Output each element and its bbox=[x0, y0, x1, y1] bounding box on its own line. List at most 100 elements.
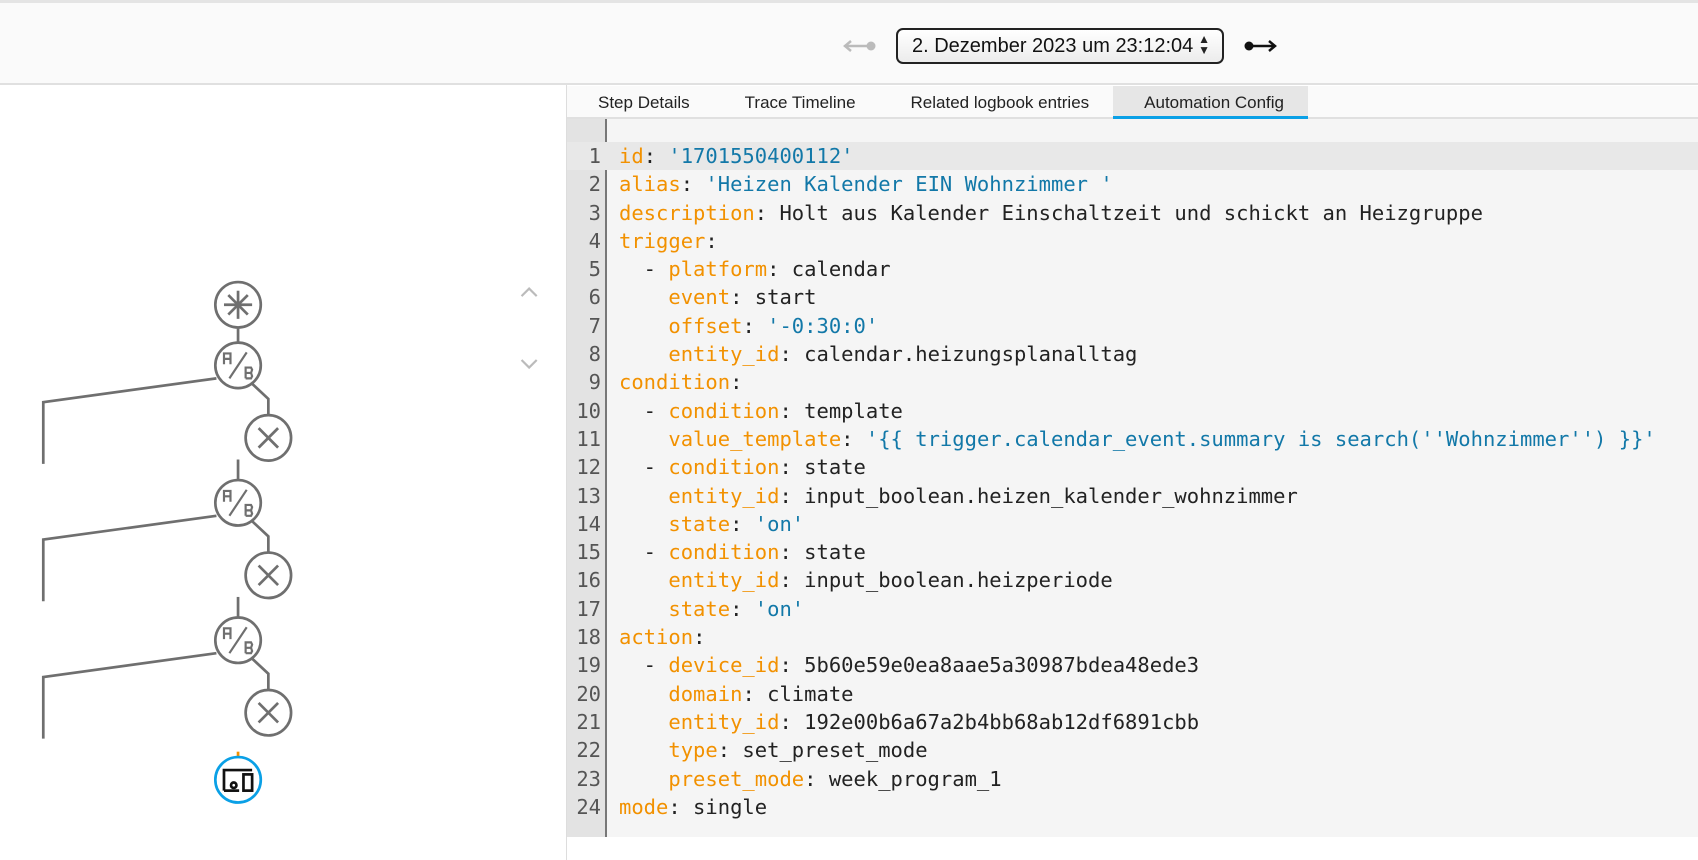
code-line[interactable]: 17 state: 'on' bbox=[567, 595, 1698, 623]
code-line[interactable]: 16 entity_id: input_boolean.heizperiode bbox=[567, 566, 1698, 594]
yaml-key: state bbox=[668, 511, 731, 536]
select-arrows-icon: ▲ ▼ bbox=[1198, 32, 1210, 57]
tab-trace-timeline[interactable]: Trace Timeline bbox=[714, 86, 880, 117]
code-line[interactable]: 19 - device_id: 5b60e59e0ea8aae5a30987bd… bbox=[567, 651, 1698, 679]
trace-graph bbox=[41, 280, 538, 804]
code-line[interactable]: 18 action: bbox=[567, 623, 1698, 651]
graph-branch-line bbox=[251, 657, 270, 690]
code-line[interactable]: 14 state: 'on' bbox=[567, 510, 1698, 538]
line-number: 4 bbox=[588, 228, 601, 253]
line-number: 7 bbox=[588, 313, 601, 338]
yaml-key: entity_id bbox=[668, 342, 780, 367]
yaml-text: : single bbox=[668, 794, 768, 819]
line-text: entity_id: input_boolean.heizperiode bbox=[619, 566, 1112, 594]
line-number: 5 bbox=[588, 257, 601, 282]
yaml-key: condition bbox=[668, 398, 780, 423]
line-text: state: 'on' bbox=[619, 510, 804, 538]
graph-node-choose[interactable] bbox=[213, 478, 263, 527]
code-line[interactable]: 7 offset: '-0:30:0' bbox=[567, 312, 1698, 340]
yaml-key: entity_id bbox=[668, 483, 780, 508]
tab-automation-config[interactable]: Automation Config bbox=[1113, 86, 1309, 119]
line-number: 10 bbox=[576, 398, 601, 423]
yaml-text: : calendar bbox=[767, 257, 891, 282]
code-line[interactable]: 5 - platform: calendar bbox=[567, 255, 1698, 283]
yaml-text bbox=[619, 597, 668, 621]
yaml-text: : bbox=[693, 625, 706, 650]
code-line[interactable]: 9 condition: bbox=[567, 368, 1698, 396]
line-text: description: Holt aus Kalender Einschalt… bbox=[619, 199, 1483, 227]
graph-branch-line bbox=[41, 651, 217, 739]
graph-branch-line bbox=[251, 382, 270, 416]
code-line[interactable]: 1 id: '1701550400112' bbox=[567, 142, 1698, 171]
yaml-key: state bbox=[668, 596, 731, 621]
yaml-text: : bbox=[643, 144, 669, 168]
graph-branch-line bbox=[251, 520, 270, 553]
graph-node-condition[interactable] bbox=[244, 688, 293, 737]
code-line[interactable]: 21 entity_id: 192e00b6a67a2b4bb68ab12df6… bbox=[567, 708, 1698, 736]
line-text: - condition: state bbox=[619, 453, 866, 481]
next-trace-button[interactable] bbox=[1242, 35, 1278, 57]
yaml-key: entity_id bbox=[668, 709, 780, 734]
yaml-text: : bbox=[705, 228, 718, 253]
code-line[interactable]: 23 preset_mode: week_program_1 bbox=[567, 765, 1698, 793]
yaml-text: : bbox=[841, 426, 866, 451]
trace-select[interactable]: 2. Dezember 2023 um 23:12:04 ▲ ▼ bbox=[896, 28, 1224, 64]
yaml-editor[interactable]: 1 id: '1701550400112' 2 alias: 'Heizen Kale… bbox=[567, 119, 1698, 837]
code-line[interactable]: 11 value_template: '{{ trigger.calendar_… bbox=[567, 425, 1698, 453]
line-number: 3 bbox=[588, 200, 601, 225]
yaml-text bbox=[619, 738, 668, 762]
yaml-key: condition bbox=[668, 455, 780, 480]
line-number: 8 bbox=[588, 342, 601, 367]
line-text: event: start bbox=[619, 283, 816, 311]
code-line[interactable]: 2 alias: 'Heizen Kalender EIN Wohnzimmer … bbox=[567, 170, 1698, 198]
yaml-text: : input_boolean.heizen_kalender_wohnzimm… bbox=[779, 483, 1298, 508]
tab-related-logbook-entries[interactable]: Related logbook entries bbox=[880, 86, 1114, 117]
line-number: 17 bbox=[576, 596, 601, 621]
yaml-text bbox=[619, 484, 668, 508]
line-number: 9 bbox=[588, 370, 601, 395]
line-number: 22 bbox=[576, 738, 601, 763]
code-line[interactable]: 24 mode: single bbox=[567, 793, 1698, 821]
graph-node-choose[interactable] bbox=[213, 341, 263, 390]
scroll-down-button[interactable] bbox=[520, 359, 538, 370]
yaml-key: trigger bbox=[619, 228, 706, 253]
yaml-string: 'Heizen Kalender EIN Wohnzimmer ' bbox=[705, 172, 1113, 197]
previous-trace-button[interactable] bbox=[842, 35, 878, 57]
code-line[interactable]: 20 domain: climate bbox=[567, 680, 1698, 708]
code-line[interactable]: 4 trigger: bbox=[567, 227, 1698, 255]
code-line[interactable]: 13 entity_id: input_boolean.heizen_kalen… bbox=[567, 482, 1698, 510]
code-line[interactable]: 6 event: start bbox=[567, 283, 1698, 311]
yaml-text: : bbox=[730, 511, 755, 536]
code-line[interactable]: 10 - condition: template bbox=[567, 397, 1698, 425]
graph-node-device-action[interactable] bbox=[213, 755, 263, 804]
yaml-text: : 5b60e59e0ea8aae5a30987bdea48ede3 bbox=[779, 653, 1200, 678]
tab-step-details[interactable]: Step Details bbox=[567, 86, 714, 117]
yaml-text: : state bbox=[779, 455, 866, 480]
graph-node-condition[interactable] bbox=[244, 551, 293, 600]
yaml-code[interactable]: 1 id: '1701550400112' 2 alias: 'Heizen Kale… bbox=[567, 142, 1698, 821]
code-line[interactable]: 22 type: set_preset_mode bbox=[567, 736, 1698, 764]
yaml-text: : bbox=[730, 596, 755, 621]
line-text: - condition: template bbox=[619, 397, 903, 425]
line-text: type: set_preset_mode bbox=[619, 736, 927, 764]
yaml-key: id bbox=[619, 144, 644, 168]
graph-node-choose[interactable] bbox=[213, 616, 263, 665]
line-text: offset: '-0:30:0' bbox=[619, 312, 878, 340]
code-line[interactable]: 12 - condition: state bbox=[567, 453, 1698, 481]
line-number: 6 bbox=[588, 285, 601, 310]
line-text: condition: bbox=[619, 368, 742, 396]
code-line[interactable]: 8 entity_id: calendar.heizungsplanalltag bbox=[567, 340, 1698, 368]
line-number: 21 bbox=[576, 709, 601, 734]
line-text: preset_mode: week_program_1 bbox=[619, 765, 1001, 793]
line-number: 18 bbox=[576, 625, 601, 650]
yaml-string: '1701550400112' bbox=[668, 144, 854, 168]
yaml-text: : calendar.heizungsplanalltag bbox=[779, 342, 1138, 367]
graph-node-trigger[interactable] bbox=[213, 280, 263, 329]
yaml-text: : bbox=[680, 172, 706, 197]
code-line[interactable]: 15 - condition: state bbox=[567, 538, 1698, 566]
line-number: 24 bbox=[576, 794, 601, 819]
graph-node-condition[interactable] bbox=[244, 413, 293, 462]
line-number: 1 bbox=[588, 144, 601, 168]
scroll-up-button[interactable] bbox=[520, 287, 538, 297]
code-line[interactable]: 3 description: Holt aus Kalender Einschal… bbox=[567, 199, 1698, 227]
